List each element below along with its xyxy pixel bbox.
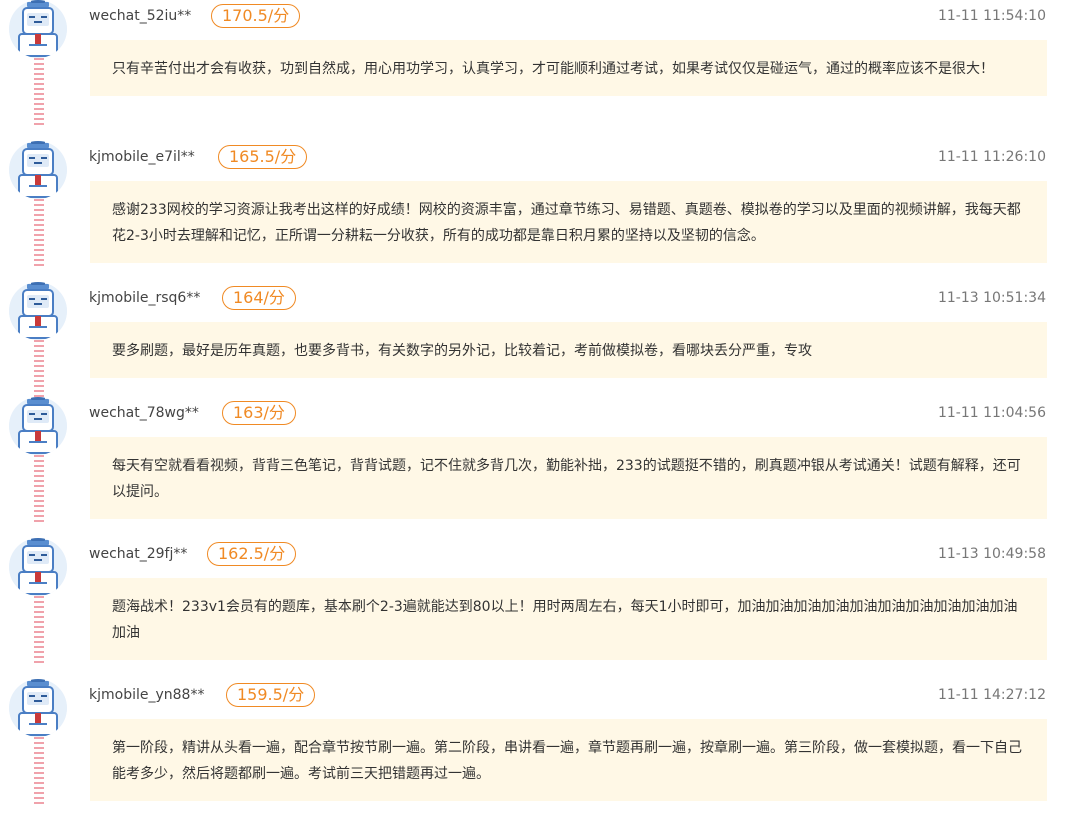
list-item: wechat_52iu** 170.5/分 11-11 11:54:10 只有辛… — [0, 0, 1069, 140]
username: kjmobile_e7il** — [89, 149, 195, 165]
username: kjmobile_yn88** — [89, 687, 205, 703]
robot-avatar-icon — [9, 679, 67, 737]
score-badge: 170.5/分 — [211, 4, 301, 28]
timeline-connector — [34, 455, 44, 523]
username: wechat_52iu** — [89, 8, 192, 24]
timestamp: 11-11 11:26:10 — [937, 149, 1046, 165]
score-badge: 165.5/分 — [218, 145, 308, 169]
username: wechat_29fj** — [89, 546, 188, 562]
list-item: wechat_78wg** 163/分 11-11 11:04:56 每天有空就… — [0, 397, 1069, 537]
comment-text: 要多刷题，最好是历年真题，也要多背书，有关数字的另外记，比较着记，考前做模拟卷，… — [90, 322, 1047, 378]
comment-text: 只有辛苦付出才会有收获，功到自然成，用心用功学习，认真学习，才可能顺利通过考试，… — [90, 40, 1047, 96]
timeline-connector — [34, 199, 44, 267]
robot-avatar-icon — [9, 141, 67, 199]
robot-avatar-icon — [9, 538, 67, 596]
timestamp: 11-11 11:04:56 — [937, 405, 1046, 421]
score-badge: 159.5/分 — [226, 683, 316, 707]
comment-text: 每天有空就看看视频，背背三色笔记，背背试题，记不住就多背几次，勤能补拙，233的… — [90, 437, 1047, 519]
robot-avatar-icon — [9, 397, 67, 455]
score-badge: 162.5/分 — [207, 542, 297, 566]
timeline-connector — [34, 737, 44, 807]
comment-text: 第一阶段，精讲从头看一遍，配合章节按节刷一遍。第二阶段，串讲看一遍，章节题再刷一… — [90, 719, 1047, 801]
timestamp: 11-11 14:27:12 — [937, 687, 1046, 703]
timestamp: 11-13 10:49:58 — [937, 546, 1046, 562]
list-item: kjmobile_e7il** 165.5/分 11-11 11:26:10 感… — [0, 141, 1069, 281]
score-feed: wechat_52iu** 170.5/分 11-11 11:54:10 只有辛… — [0, 0, 1069, 807]
score-badge: 163/分 — [222, 401, 296, 425]
timestamp: 11-13 10:51:34 — [937, 290, 1046, 306]
username: kjmobile_rsq6** — [89, 290, 201, 306]
timestamp: 11-11 11:54:10 — [937, 8, 1046, 24]
list-item: wechat_29fj** 162.5/分 11-13 10:49:58 题海战… — [0, 538, 1069, 678]
username: wechat_78wg** — [89, 405, 199, 421]
timeline-connector — [34, 596, 44, 664]
timeline-connector — [34, 58, 44, 126]
score-badge: 164/分 — [222, 286, 296, 310]
robot-avatar-icon — [9, 0, 67, 58]
list-item: kjmobile_yn88** 159.5/分 11-11 14:27:12 第… — [0, 679, 1069, 819]
comment-text: 题海战术！233v1会员有的题库，基本刷个2-3遍就能达到80以上！用时两周左右… — [90, 578, 1047, 660]
comment-text: 感谢233网校的学习资源让我考出这样的好成绩！网校的资源丰富，通过章节练习、易错… — [90, 181, 1047, 263]
robot-avatar-icon — [9, 282, 67, 340]
